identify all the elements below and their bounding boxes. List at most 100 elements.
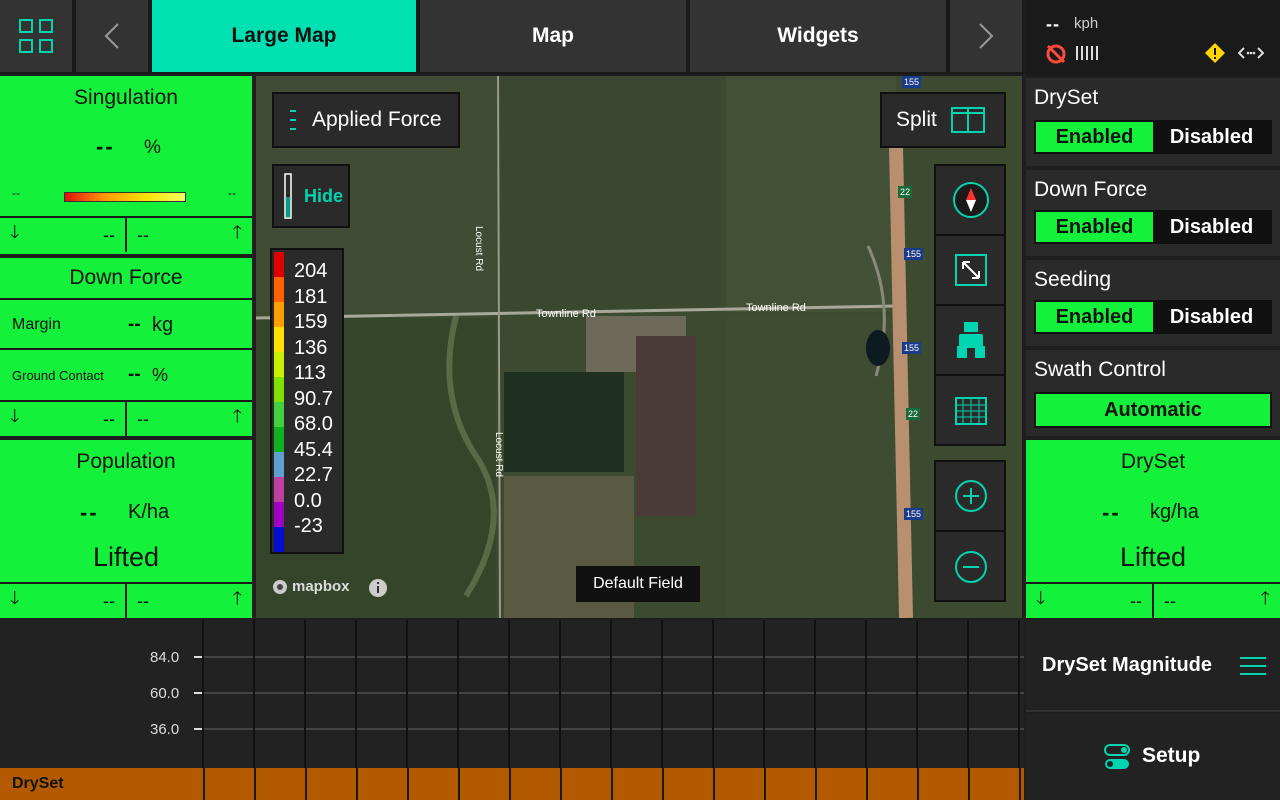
mapbox-label: mapbox <box>292 578 350 595</box>
split-icon <box>950 107 985 133</box>
seeding-toggle[interactable]: Enabled Disabled <box>1034 300 1272 334</box>
downforce-toggle-panel: Down Force Enabled Disabled <box>1026 170 1280 256</box>
downforce-right-value: -- <box>137 408 149 429</box>
route-shield: 22 <box>906 408 921 420</box>
dryset-row-bar: DrySet <box>0 768 1024 800</box>
road-label: Townline Rd <box>536 308 596 320</box>
map-view[interactable]: Townline Rd Townline Rd Locust Rd Locust… <box>256 76 1022 618</box>
dryset-rate-panel[interactable]: DrySet -- kg/ha Lifted 🡓 -- -- 🡑 <box>1026 440 1280 618</box>
singulation-panel[interactable]: Singulation -- % -- -- 🡓 -- -- 🡑 <box>0 76 252 254</box>
seeding-toggle-title: Seeding <box>1034 268 1112 291</box>
field-name-label: Default Field <box>576 566 700 602</box>
route-shield: 22 <box>898 186 913 198</box>
compass-button[interactable] <box>936 166 1006 236</box>
row-cell-divider <box>815 768 817 800</box>
dryset-rate-state: Lifted <box>1119 542 1187 572</box>
enabled-option[interactable]: Enabled <box>1036 212 1153 242</box>
singulation-gauge <box>64 192 186 202</box>
legend-swatch <box>274 252 284 277</box>
population-row-values: 🡓 -- -- 🡑 <box>0 582 252 618</box>
dryset-rate-value: -- <box>1102 500 1121 525</box>
legend-value: 68.0 <box>294 413 333 435</box>
swath-mode-button[interactable]: Automatic <box>1034 392 1272 428</box>
setup-button[interactable]: Setup <box>1026 714 1280 800</box>
dryset-rate-unit: kg/ha <box>1150 501 1199 523</box>
arrow-down-icon: 🡓 <box>10 588 20 608</box>
disabled-option[interactable]: Disabled <box>1153 302 1270 332</box>
highway-shield: 155 <box>902 76 922 88</box>
dryset-toggle[interactable]: Enabled Disabled <box>1034 120 1272 154</box>
split-view-button[interactable]: Split <box>880 92 1006 148</box>
dryset-magnitude-button[interactable]: DrySet Magnitude <box>1026 620 1280 712</box>
highway-shield: 155 <box>902 342 922 354</box>
layer-selector-button[interactable]: Applied Force <box>272 92 460 148</box>
legend-value: -23 <box>294 515 323 537</box>
split-label: Split <box>896 108 937 131</box>
mapbox-logo-icon <box>273 579 287 594</box>
tab-map[interactable]: Map <box>420 0 688 72</box>
tab-large-map[interactable]: Large Map <box>152 0 418 72</box>
arrow-up-icon: 🡑 <box>232 222 242 242</box>
margin-row: Margin -- kg <box>0 298 252 348</box>
population-panel[interactable]: Population -- K/ha Lifted 🡓 -- -- 🡑 <box>0 440 252 618</box>
hide-label: Hide <box>304 185 344 206</box>
zoom-controls <box>934 460 1006 602</box>
downforce-panel[interactable]: Down Force Margin -- kg Ground Contact -… <box>0 258 252 436</box>
magnitude-chart: 84.0 60.0 36.0 DrySet <box>0 620 1024 800</box>
singulation-unit: % <box>144 137 161 158</box>
population-right-value: -- <box>137 590 149 611</box>
enabled-option[interactable]: Enabled <box>1036 122 1153 152</box>
legend-swatch <box>274 427 284 452</box>
next-tab-button[interactable] <box>950 0 1024 72</box>
downforce-toggle[interactable]: Enabled Disabled <box>1034 210 1272 244</box>
field-grid-button[interactable] <box>936 376 1006 446</box>
compass-icon <box>953 182 989 218</box>
legend-value: 159 <box>294 311 328 333</box>
enabled-option[interactable]: Enabled <box>1036 302 1153 332</box>
dryset-row-values: 🡓 -- -- 🡑 <box>1026 582 1280 618</box>
road-label: Townline Rd <box>746 302 806 314</box>
margin-value: -- <box>128 314 141 335</box>
downforce-title: Down Force <box>69 266 183 289</box>
singulation-max: -- <box>228 186 236 200</box>
top-bar: Large Map Map Widgets <box>0 0 1024 74</box>
legend-value: 136 <box>294 336 328 359</box>
singulation-right-value: -- <box>137 224 149 245</box>
disabled-option[interactable]: Disabled <box>1153 212 1270 242</box>
layer-label: Applied Force <box>312 108 442 131</box>
ground-contact-unit: % <box>152 365 169 385</box>
zoom-out-button[interactable] <box>936 532 1006 602</box>
margin-unit: kg <box>152 314 174 336</box>
arrow-down-icon: 🡓 <box>10 222 20 242</box>
population-state: Lifted <box>92 542 160 572</box>
connection-icon[interactable] <box>1238 46 1264 60</box>
prev-tab-button[interactable] <box>76 0 150 72</box>
speed-unit: kph <box>1074 15 1099 32</box>
zoom-in-button[interactable] <box>936 462 1006 532</box>
singulation-left-value: -- <box>103 224 115 245</box>
tab-widgets[interactable]: Widgets <box>690 0 948 72</box>
row-cell-divider <box>1019 768 1021 800</box>
tractor-follow-button[interactable] <box>936 306 1006 376</box>
apps-button[interactable] <box>0 0 74 72</box>
ground-contact-value: -- <box>128 364 141 385</box>
signal-bars-icon <box>1076 46 1098 60</box>
fit-extent-button[interactable] <box>936 236 1006 306</box>
map-tools <box>934 164 1006 446</box>
plus-icon <box>955 480 987 512</box>
magnitude-label: DrySet Magnitude <box>1042 654 1213 676</box>
legend-swatch <box>274 277 284 302</box>
info-icon[interactable] <box>368 578 388 598</box>
ground-contact-row: Ground Contact -- % <box>0 348 252 400</box>
population-left-value: -- <box>103 590 115 611</box>
hide-legend-button[interactable]: Hide <box>272 164 350 228</box>
downforce-left-value: -- <box>103 408 115 429</box>
disabled-option[interactable]: Disabled <box>1153 122 1270 152</box>
warning-icon[interactable] <box>1204 42 1226 64</box>
population-value: -- <box>80 500 99 525</box>
legend-swatch <box>274 377 284 402</box>
legend-color-bar <box>274 252 284 552</box>
ground-contact-label: Ground Contact <box>12 368 104 383</box>
row-cell-divider <box>968 768 970 800</box>
legend-swatch <box>274 452 284 477</box>
